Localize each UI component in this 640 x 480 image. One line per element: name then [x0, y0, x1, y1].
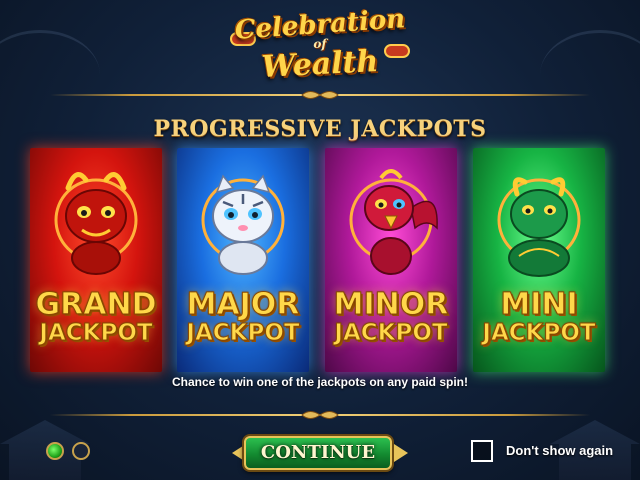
dont-show-again-label[interactable]: Don't show again — [506, 443, 613, 458]
jackpot-name-mini: MINI — [500, 287, 578, 322]
dont-show-again-checkbox[interactable] — [471, 440, 493, 462]
phoenix-bird-icon — [349, 169, 438, 275]
page-indicator-2[interactable] — [72, 442, 90, 460]
page-title: PROGRESSIVE JACKPOTS — [153, 116, 487, 142]
background-roof-left — [0, 30, 100, 120]
continue-button[interactable]: CONTINUE — [244, 436, 392, 470]
jackpot-word-minor: JACKPOT — [334, 320, 448, 346]
background-roof-right — [540, 30, 640, 120]
game-intro-screen: Celebration of Wealth PROGRESSIVE JACKPO… — [0, 0, 640, 480]
jackpot-word-mini: JACKPOT — [482, 320, 596, 346]
jackpot-card-grand: GRAND JACKPOT — [30, 148, 162, 372]
logo-text-line3: Wealth — [260, 43, 380, 86]
divider-ornament-icon — [301, 91, 339, 99]
red-dragon-icon — [54, 172, 138, 275]
jackpot-card-mini: MINI JACKPOT — [473, 148, 605, 372]
white-tiger-icon — [201, 174, 285, 275]
jackpot-card-major: MAJOR JACKPOT — [177, 148, 309, 372]
jackpot-card-minor: MINOR JACKPOT — [325, 148, 457, 372]
green-turtle-dragon-icon — [497, 177, 581, 277]
continue-arrow-right-icon — [394, 444, 408, 462]
game-logo: Celebration of Wealth — [228, 4, 412, 86]
jackpot-info-text: Chance to win one of the jackpots on any… — [171, 375, 469, 389]
jackpot-name-major: MAJOR — [186, 287, 300, 322]
jackpot-name-minor: MINOR — [333, 287, 449, 322]
divider-ornament-icon — [301, 411, 339, 419]
jackpot-word-grand: JACKPOT — [39, 320, 153, 346]
jackpot-word-major: JACKPOT — [186, 320, 300, 346]
page-indicator-1[interactable] — [46, 442, 64, 460]
jackpot-name-grand: GRAND — [35, 287, 157, 322]
